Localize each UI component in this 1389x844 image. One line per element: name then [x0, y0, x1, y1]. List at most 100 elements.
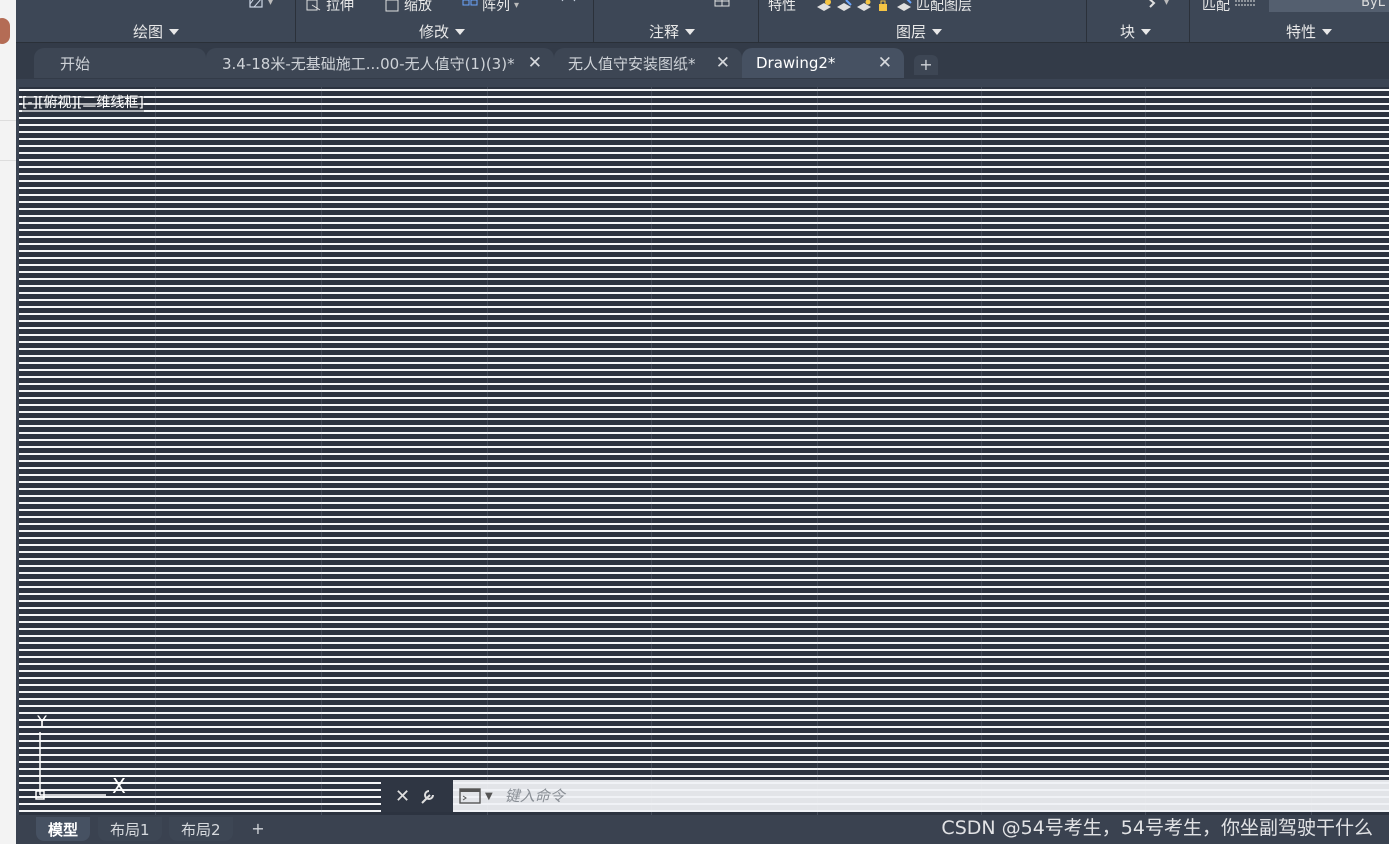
tab-start[interactable]: 开始 — [34, 48, 206, 78]
ucs-y-label: Y — [36, 712, 47, 731]
tab-layout2[interactable]: 布局2 — [169, 817, 233, 841]
new-layout-button[interactable]: + — [248, 819, 268, 838]
tab-label: 布局2 — [181, 820, 221, 839]
block-panel-label: 块 — [1120, 23, 1136, 41]
block-tool[interactable]: ▾ — [1144, 0, 1169, 9]
layer-tools[interactable]: 匹配图层 — [816, 0, 972, 15]
chevron-down-icon: ▾ — [1164, 0, 1170, 8]
tab-file-1[interactable]: 3.4-18米-无基础施工...00-无人值守(1)(3)* ✕ — [206, 48, 554, 78]
properties-top-label: 特性 — [768, 0, 796, 14]
close-icon[interactable]: ✕ — [878, 53, 892, 73]
layer-lock-icon — [879, 0, 887, 11]
tab-model[interactable]: 模型 — [36, 817, 91, 841]
match-layer-icon — [897, 0, 912, 11]
array-button[interactable]: 阵列 ▾ — [462, 0, 519, 15]
match-label: 匹配 — [1202, 0, 1230, 14]
divider — [0, 160, 16, 161]
annotate-panel-title[interactable]: 注释 — [649, 21, 696, 42]
grid-line — [155, 87, 156, 815]
new-tab-button[interactable]: + — [914, 55, 938, 75]
close-icon[interactable]: ✕ — [716, 53, 730, 73]
grid-line — [981, 87, 982, 815]
modify-panel-title[interactable]: 修改 — [419, 21, 466, 42]
viewport-controls[interactable]: [-][俯视][二维线框] — [22, 92, 144, 112]
hatch-tool[interactable]: ▾ — [248, 0, 273, 9]
layout-tab-bar: 模型 布局1 布局2 + CSDN @54号考生，54号考生，你坐副驾驶干什么 — [16, 815, 1389, 844]
watermark-text: CSDN @54号考生，54号考生，你坐副驾驶干什么 — [941, 817, 1373, 839]
command-input-box[interactable]: ▼ — [453, 780, 1389, 812]
terminal-icon — [459, 788, 481, 804]
ucs-x-label: X — [112, 774, 126, 798]
stretch-icon — [306, 0, 321, 11]
command-input[interactable] — [502, 786, 1207, 806]
command-tools: ✕ — [381, 780, 453, 812]
grid-line — [487, 87, 488, 815]
linetype-icon — [1235, 0, 1255, 6]
table-icon — [714, 0, 730, 7]
array-icon — [462, 0, 478, 6]
scale-icon — [385, 0, 399, 12]
autocad-window: ▾ 拉伸 缩放 阵列 ▾ 特性 匹配图层 ▾ 匹配 ByL 绘图 修改 注释 图… — [16, 0, 1389, 844]
tab-layout1[interactable]: 布局1 — [98, 817, 162, 841]
ribbon-tools-row: ▾ 拉伸 缩放 阵列 ▾ 特性 匹配图层 ▾ 匹配 ByL — [16, 0, 1389, 16]
modify-panel-label: 修改 — [419, 23, 450, 41]
grid-line — [817, 87, 818, 815]
chevron-down-icon: ▾ — [514, 0, 520, 11]
layers-panel-title[interactable]: 图层 — [896, 21, 943, 42]
properties-panel-title[interactable]: 特性 — [1286, 21, 1333, 42]
draw-panel-label: 绘图 — [133, 23, 164, 41]
file-tab-bar: 开始 3.4-18米-无基础施工...00-无人值守(1)(3)* ✕ 无人值守… — [16, 43, 1389, 79]
tab-file-2[interactable]: 无人值守安装图纸* ✕ — [554, 48, 742, 78]
command-history-button[interactable]: ▼ — [459, 787, 493, 805]
grid-line — [651, 87, 652, 815]
annotate-panel-label: 注释 — [649, 23, 680, 41]
match-properties-button[interactable]: 匹配 — [1202, 0, 1256, 15]
tab-drawing2[interactable]: Drawing2* ✕ — [742, 48, 904, 78]
properties-top-button[interactable]: 特性 — [768, 0, 796, 15]
panel-divider — [593, 0, 594, 42]
grid-line — [1311, 87, 1312, 815]
offset-tool[interactable] — [560, 0, 576, 9]
panel-divider — [295, 0, 296, 42]
chevron-down-icon: ▾ — [268, 0, 274, 8]
layer-freeze-icon — [837, 0, 852, 11]
close-icon[interactable]: ✕ — [395, 786, 410, 807]
grid-line — [321, 87, 322, 815]
grid-line — [1145, 87, 1146, 815]
ucs-icon: Y X — [35, 712, 126, 800]
chevron-down-icon — [1141, 28, 1152, 35]
block-panel-title[interactable]: 块 — [1120, 21, 1152, 42]
offset-icon — [561, 0, 576, 2]
stretch-label: 拉伸 — [326, 0, 354, 14]
wrench-icon[interactable] — [418, 786, 438, 806]
divider — [0, 120, 16, 121]
bylayer-dropdown[interactable]: ByL — [1269, 0, 1389, 12]
tab-label: 布局1 — [110, 820, 150, 839]
tab-label: 3.4-18米-无基础施工...00-无人值守(1)(3)* — [222, 54, 515, 73]
scale-button[interactable]: 缩放 — [384, 0, 432, 15]
table-tool[interactable] — [714, 0, 730, 9]
match-layer-label: 匹配图层 — [916, 0, 972, 14]
chevron-down-icon — [455, 28, 466, 35]
layer-on-icon — [817, 0, 831, 11]
ribbon: ▾ 拉伸 缩放 阵列 ▾ 特性 匹配图层 ▾ 匹配 ByL 绘图 修改 注释 图… — [16, 0, 1389, 43]
block-icon — [1148, 0, 1156, 8]
stretch-button[interactable]: 拉伸 — [306, 0, 354, 15]
tab-label: 模型 — [48, 820, 79, 839]
chevron-down-icon — [1322, 28, 1333, 35]
hatch-icon — [249, 0, 263, 8]
properties-panel-label: 特性 — [1286, 23, 1317, 41]
drawing-canvas[interactable]: [-][俯视][二维线框] Y X — [19, 87, 1389, 815]
layer-sun-icon — [857, 0, 871, 11]
chevron-down-icon — [932, 28, 943, 35]
command-line: ✕ ▼ — [381, 780, 1389, 812]
avatar — [0, 18, 10, 44]
draw-panel-title[interactable]: 绘图 — [133, 21, 180, 42]
panel-divider — [758, 0, 759, 42]
array-label: 阵列 — [482, 0, 510, 14]
close-icon[interactable]: ✕ — [528, 53, 542, 73]
panel-divider — [1189, 0, 1190, 42]
tab-label: 无人值守安装图纸* — [568, 54, 696, 73]
tab-label: Drawing2* — [756, 54, 836, 72]
chevron-down-icon — [169, 28, 180, 35]
